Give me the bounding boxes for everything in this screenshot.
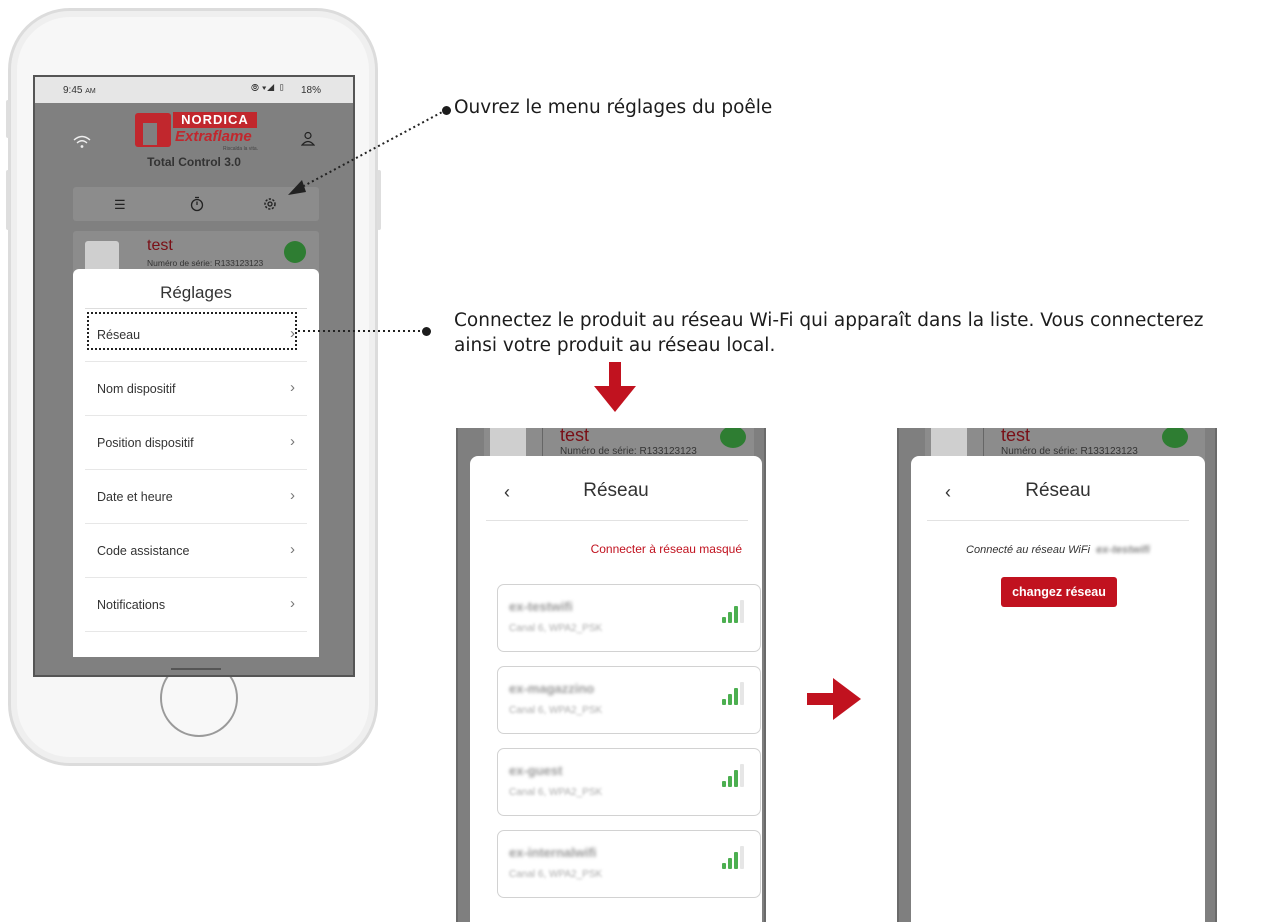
network-list-screen: test Numéro de série: R133123123 ‹ Résea… [456,428,766,922]
callout-dot [442,106,451,115]
network-name: ex-guest [509,763,563,778]
callout-step2-line2: ainsi votre produit au réseau local. [454,335,776,356]
network-item[interactable]: ex-internalwifi Canal 6, WPA2_PSK [497,830,761,898]
change-network-button[interactable]: changez réseau [1001,577,1117,607]
signal-strength-icon [720,599,748,623]
device-name: test [560,428,590,445]
network-detail: Canal 6, WPA2_PSK [509,705,603,716]
connection-status: Connecté au réseau WiFi ex-testwifi [966,544,1150,556]
callout-dot [422,327,431,336]
network-detail: Canal 6, WPA2_PSK [509,869,603,880]
callout-step2-line1: Connectez le produit au réseau Wi-Fi qui… [454,310,1204,331]
network-detail: Canal 6, WPA2_PSK [509,787,603,798]
wifi-status-icon [720,428,746,448]
connected-screen: test Numéro de série: R133123123 ‹ Résea… [897,428,1217,922]
signal-strength-icon [720,681,748,705]
arrow-down-icon [594,362,636,412]
wifi-status-icon [1162,428,1188,448]
signal-strength-icon [720,845,748,869]
device-name: test [1001,428,1031,445]
hidden-network-link[interactable]: Connecter à réseau masqué [591,542,742,556]
signal-strength-icon [720,763,748,787]
network-sheet: ‹ Réseau Connecter à réseau masqué ex-te… [470,456,762,922]
network-name: ex-magazzino [509,681,595,696]
callout-step1: Ouvrez le menu réglages du poêle [454,97,773,118]
connected-network-name: ex-testwifi [1096,544,1150,556]
connected-sheet: ‹ Réseau Connecté au réseau WiFi ex-test… [911,456,1205,922]
network-name: ex-internalwifi [509,845,597,860]
screen-title: Réseau [583,480,649,501]
screen-title: Réseau [1025,480,1091,501]
arrow-right-icon [807,678,861,720]
network-detail: Canal 6, WPA2_PSK [509,623,603,634]
network-item[interactable]: ex-guest Canal 6, WPA2_PSK [497,748,761,816]
network-name: ex-testwifi [509,599,573,614]
network-item[interactable]: ex-magazzino Canal 6, WPA2_PSK [497,666,761,734]
network-item[interactable]: ex-testwifi Canal 6, WPA2_PSK [497,584,761,652]
